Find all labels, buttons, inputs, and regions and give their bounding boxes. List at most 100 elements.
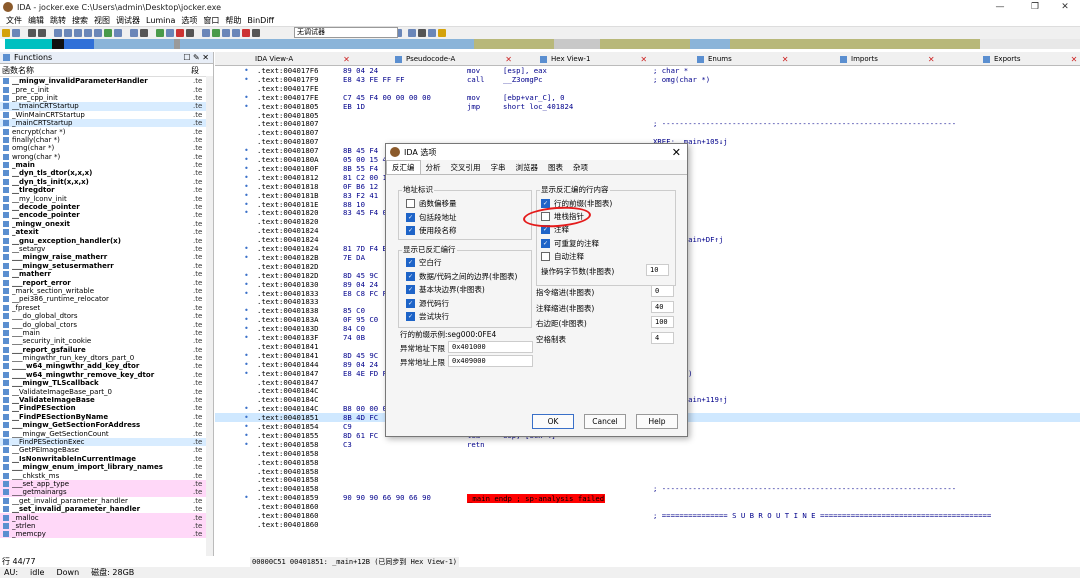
function-list-item[interactable]: _main .te [0,161,213,169]
function-list-item[interactable]: __dyn_tls_dtor(x,x,x) .te [0,169,213,177]
opcode-bytes-input[interactable]: 10 [646,264,669,276]
function-list-item[interactable]: ___mingw_GetSectionForAddress .te [0,421,213,429]
minimize-button[interactable]: — [980,0,1020,14]
low-suspicious-input[interactable]: 0x401000 [448,341,533,353]
tab-size-input[interactable]: 4 [651,332,674,344]
function-list-item[interactable]: __setargv .te [0,245,213,253]
function-list-item[interactable]: __get_invalid_parameter_handler .te [0,497,213,505]
function-list-item[interactable]: _pre_cpp_init .te [0,94,213,102]
dialog-tab-xrefs[interactable]: 交叉引用 [446,161,486,174]
option-checkbox[interactable]: ✓ 基本块边界(非图表) [406,284,485,295]
menu-windows[interactable]: 窗口 [203,15,219,26]
tab-enums[interactable]: Enums ✕ [697,54,788,64]
tool-icon[interactable] [202,29,210,37]
disasm-line[interactable]: .text:00401860 ; =============== S U B R … [215,511,1080,520]
menu-debugger[interactable]: 调试器 [116,15,140,26]
function-list-item[interactable]: _atexit .te [0,228,213,236]
back-arrow-icon[interactable] [28,29,36,37]
function-list-item[interactable]: ___security_init_cookie .te [0,337,213,345]
function-list-item[interactable]: ___main .te [0,329,213,337]
dialog-close-icon[interactable]: ✕ [672,146,681,159]
open-file-icon[interactable] [2,29,10,37]
function-list-item[interactable]: __matherr .te [0,270,213,278]
option-checkbox[interactable]: 函数偏移量 [406,198,457,209]
menu-bindiff[interactable]: BinDiff [247,16,274,25]
menu-file[interactable]: 文件 [6,15,22,26]
disasm-line[interactable]: .text:00401858 [215,449,1080,458]
tool-icon[interactable] [84,29,92,37]
function-list-item[interactable]: ___mingw_TLScallback .te [0,379,213,387]
menu-view[interactable]: 视图 [94,15,110,26]
tool-icon[interactable] [222,29,230,37]
tool-icon[interactable] [438,29,446,37]
functions-scrollbar[interactable] [206,76,213,556]
function-list-item[interactable]: ___do_global_ctors .te [0,320,213,329]
tool-icon[interactable] [64,29,72,37]
function-list-item[interactable]: _strlen .te [0,521,213,531]
function-list-item[interactable]: __FindPESectionExec .te [0,437,213,447]
disasm-line[interactable]: .text:00401860 [215,520,1080,529]
checked-icon[interactable]: ✓ [406,271,415,281]
disasm-line[interactable]: • .text:00401858 C3 retn [215,440,1080,449]
checked-icon[interactable]: ✓ [406,226,415,235]
tool-icon[interactable] [408,29,416,37]
function-list-item[interactable]: finally(char *) .te [0,136,213,144]
checked-icon[interactable]: ✓ [406,312,415,321]
function-list-item[interactable]: ___chkstk_ms .te [0,471,213,480]
high-suspicious-input[interactable]: 0x409000 [448,355,533,367]
function-list-item[interactable]: ____w64_mingwthr_add_key_dtor .te [0,362,213,370]
function-list-item[interactable]: __GetPEImageBase .te [0,446,213,454]
option-checkbox[interactable]: 自动注释 [541,251,584,262]
disasm-line[interactable]: • .text:004017F6 89 04 24 mov [esp], eax ; ch… [215,66,1080,75]
instruction-indent-input[interactable]: 0 [651,285,674,297]
close-tab-icon[interactable]: ✕ [343,55,350,64]
checked-icon[interactable]: ✓ [406,285,415,294]
function-list-item[interactable]: __dyn_tls_init(x,x,x) .te [0,178,213,186]
function-list-item[interactable]: __FindPESectionByName .te [0,413,213,421]
function-list-item[interactable]: _malloc .te [0,513,213,522]
tool-icon[interactable] [252,29,260,37]
tool-icon[interactable] [212,29,220,37]
tool-icon[interactable] [54,29,62,37]
function-list-item[interactable]: _pre_c_init .te [0,85,213,94]
close-tab-icon[interactable]: ✕ [928,55,935,64]
tool-icon[interactable] [114,29,122,37]
function-list-item[interactable]: __gnu_exception_handler(x) .te [0,236,213,245]
dialog-tab-analysis[interactable]: 分析 [421,161,446,174]
disasm-line[interactable]: .text:00401807 [215,128,1080,137]
function-list-item[interactable]: __encode_pointer .te [0,211,213,219]
function-list-item[interactable]: ___mingw_enum_import_library_names .te [0,463,213,471]
right-margin-input[interactable]: 100 [651,316,674,328]
disasm-line[interactable]: • .text:004017F9 E8 43 FE FF FF call __Z3omg… [215,75,1080,84]
checked-icon[interactable]: ✓ [406,212,415,222]
ok-button[interactable]: OK [532,414,574,429]
function-list-item[interactable]: ___mingw_raise_matherr .te [0,253,213,261]
function-list-item[interactable]: __FindPESection .te [0,404,213,412]
function-list-item[interactable]: __tlregdtor .te [0,186,213,194]
close-tab-icon[interactable]: ✕ [505,55,512,64]
tool-icon[interactable] [176,29,184,37]
dialog-tab-misc[interactable]: 杂项 [568,161,593,174]
function-list-item[interactable]: ___mingw_setusermatherr .te [0,262,213,270]
function-list-item[interactable]: __decode_pointer .te [0,203,213,211]
disasm-line[interactable]: .text:004017FE [215,84,1080,93]
checked-icon[interactable]: ✓ [541,238,550,248]
menu-options[interactable]: 选项 [181,15,197,26]
tool-icon[interactable] [418,29,426,37]
menu-jump[interactable]: 跳转 [50,15,66,26]
option-checkbox[interactable]: ✓ 尝试块行 [406,311,449,322]
checked-icon[interactable]: ✓ [541,199,550,208]
disasm-line[interactable]: .text:00401805 [215,111,1080,120]
close-tab-icon[interactable]: ✕ [782,55,789,64]
function-list-item[interactable]: ___do_global_dtors .te [0,312,213,320]
option-checkbox[interactable]: ✓ 可重复的注释 [541,238,599,249]
unchecked-icon[interactable] [406,199,415,208]
debugger-select[interactable]: 无调试器 [294,27,398,38]
menu-lumina[interactable]: Lumina [146,16,175,25]
disasm-line[interactable]: .text:00401807 ; ------------------------… [215,119,1080,128]
tool-icon[interactable] [232,29,240,37]
dialog-tab-disassembly[interactable]: 反汇编 [386,160,421,174]
tool-icon[interactable] [156,29,164,37]
function-list-item[interactable]: wrong(char *) .te [0,153,213,161]
tab-pseudocode-a[interactable]: Pseudocode-A ✕ [395,54,512,64]
